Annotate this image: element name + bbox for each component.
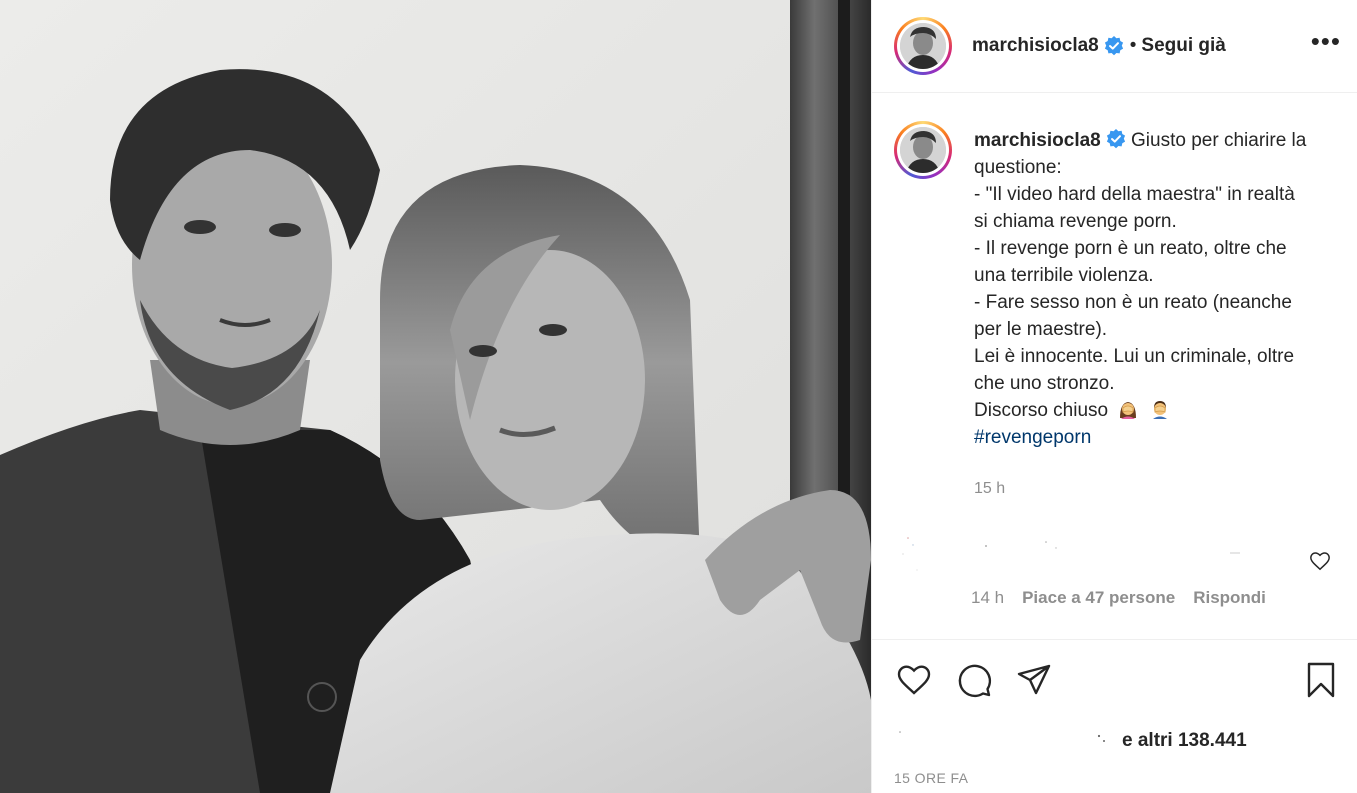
heart-icon[interactable] (894, 660, 934, 700)
caption-timestamp[interactable]: 15 h (974, 475, 1334, 502)
comments-area: marchisiocla8 Giusto per chiarire la que… (872, 93, 1357, 639)
verified-badge-icon (1104, 36, 1123, 56)
likes-count[interactable]: e altri 138.441 (1122, 730, 1247, 752)
caption-line-8: Lei è innocente. Lui un criminale, oltre (974, 346, 1295, 367)
facepalm-man-emoji-icon (1152, 401, 1167, 419)
side-panel: marchisiocla8 • Segui già ••• marchisioc… (871, 0, 1357, 793)
caption-line-2: - "Il video hard della maestra" in realt… (974, 184, 1295, 205)
reply-button[interactable]: Rispondi (1193, 588, 1266, 608)
post-photo-illustration (0, 0, 871, 793)
verified-badge-icon (1106, 129, 1125, 149)
caption-line-9: che uno stronzo. (974, 373, 1115, 394)
hashtag-link[interactable]: #revengeporn (974, 424, 1334, 451)
separator-dot: • (1129, 35, 1137, 56)
post-photo[interactable] (0, 0, 871, 793)
comment-like-heart-icon[interactable] (1309, 550, 1331, 572)
send-icon[interactable] (1014, 660, 1054, 700)
redacted-comment-marks (902, 537, 1240, 571)
avatar-image (900, 23, 946, 69)
bookmark-icon[interactable] (1301, 660, 1341, 700)
caption-line-3: si chiama revenge porn. (974, 211, 1177, 232)
likes-summary: e altri 138.441 (872, 719, 1357, 763)
more-options-button[interactable]: ••• (1311, 28, 1341, 64)
comment-likes[interactable]: Piace a 47 persone (1022, 588, 1175, 608)
comment-meta: 14 h Piace a 47 persone Rispondi (971, 588, 1266, 608)
avatar[interactable] (894, 17, 952, 75)
comment-timestamp[interactable]: 14 h (971, 588, 1004, 608)
redacted-likers-marks (899, 731, 1105, 742)
caption-avatar[interactable] (894, 121, 952, 179)
comment-reply: 14 h Piace a 47 persone Rispondi (894, 536, 1341, 639)
caption-text: marchisiocla8 Giusto per chiarire la que… (974, 127, 1334, 502)
header-username[interactable]: marchisiocla8 (972, 35, 1099, 57)
caption-avatar-image (900, 127, 946, 173)
following-button[interactable]: Segui già (1141, 35, 1225, 57)
instagram-post: marchisiocla8 • Segui già ••• marchisioc… (0, 0, 1357, 793)
post-timestamp[interactable]: 15 ORE FA (872, 763, 1357, 793)
action-bar (872, 639, 1357, 719)
caption-line-4: - Il revenge porn è un reato, oltre che (974, 238, 1287, 259)
caption-line-0: Giusto per chiarire la (1131, 130, 1307, 151)
post-header: marchisiocla8 • Segui già ••• (872, 0, 1357, 93)
caption-line-1: questione: (974, 157, 1062, 178)
caption-line-6: - Fare sesso non è un reato (neanche (974, 292, 1292, 313)
caption: marchisiocla8 Giusto per chiarire la que… (894, 121, 1341, 502)
facepalm-woman-emoji-icon (1120, 402, 1137, 419)
comment-icon[interactable] (954, 660, 994, 700)
caption-line-7: per le maestre). (974, 319, 1108, 340)
caption-username[interactable]: marchisiocla8 (974, 130, 1101, 151)
caption-line-5: una terribile violenza. (974, 265, 1154, 286)
caption-line-10: Discorso chiuso (974, 400, 1109, 421)
